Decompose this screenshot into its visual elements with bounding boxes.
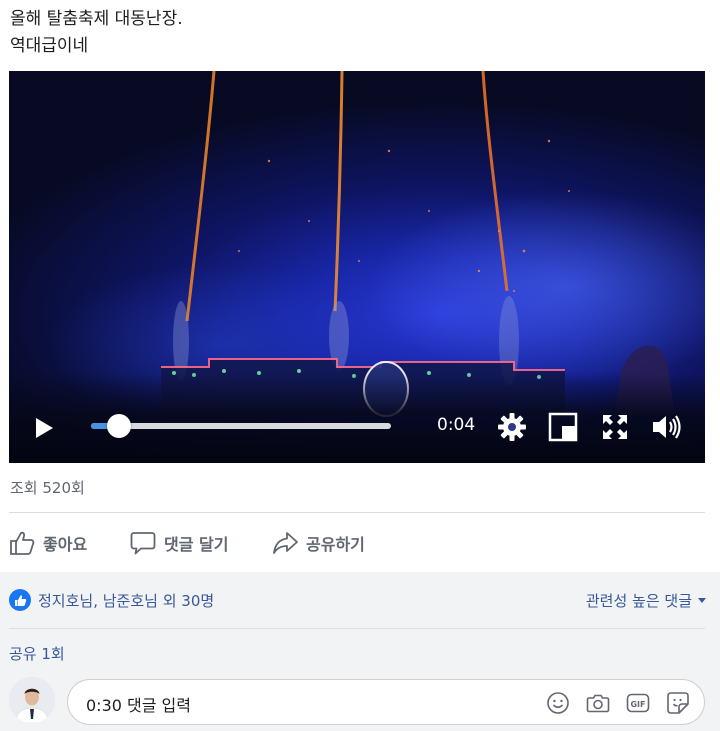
volume-icon bbox=[653, 415, 681, 439]
gif-icon: GIF bbox=[626, 693, 650, 713]
comment-bubble-icon bbox=[130, 532, 156, 555]
share-label: 공유하기 bbox=[306, 535, 365, 554]
comment-input[interactable]: 0:30 댓글 입력 GIF bbox=[67, 679, 705, 725]
share-button[interactable]: 공유하기 bbox=[272, 527, 365, 559]
svg-text:GIF: GIF bbox=[630, 700, 645, 709]
comment-input-placeholder: 0:30 댓글 입력 bbox=[86, 696, 191, 715]
video-player[interactable]: 0:04 bbox=[9, 71, 705, 463]
volume-button[interactable] bbox=[651, 411, 683, 443]
gear-icon bbox=[498, 413, 526, 441]
comment-button[interactable]: 댓글 달기 bbox=[130, 527, 228, 559]
expand-icon bbox=[603, 415, 627, 439]
reactions-summary[interactable]: 정지호님, 남준호님 외 30명 bbox=[9, 589, 214, 611]
post-text: 올해 탈춤축제 대동난장. 역대급이네 bbox=[10, 6, 183, 60]
progress-handle[interactable] bbox=[107, 414, 131, 438]
play-icon bbox=[36, 418, 53, 438]
share-count[interactable]: 공유 1회 bbox=[9, 643, 65, 664]
fullscreen-button[interactable] bbox=[599, 411, 631, 443]
divider bbox=[9, 628, 705, 629]
emoji-button[interactable] bbox=[546, 691, 570, 715]
comment-sort-label: 관련성 높은 댓글 bbox=[585, 592, 692, 610]
picture-in-picture-button[interactable] bbox=[547, 411, 579, 443]
camera-icon bbox=[586, 694, 610, 713]
play-button[interactable] bbox=[31, 415, 57, 441]
emoji-icon bbox=[547, 692, 569, 714]
avatar[interactable] bbox=[9, 677, 55, 723]
divider bbox=[9, 512, 705, 513]
like-reaction-icon bbox=[9, 589, 31, 611]
sticker-button[interactable] bbox=[666, 691, 690, 715]
sticker-icon bbox=[667, 692, 689, 714]
post-text-line-2: 역대급이네 bbox=[10, 36, 89, 56]
video-progress-bar[interactable] bbox=[91, 414, 391, 438]
like-label: 좋아요 bbox=[43, 535, 88, 554]
settings-button[interactable] bbox=[496, 411, 528, 443]
user-avatar-image bbox=[9, 677, 55, 723]
view-count: 조회 520회 bbox=[10, 479, 85, 497]
photo-button[interactable] bbox=[586, 691, 610, 715]
video-current-time: 0:04 bbox=[437, 415, 476, 435]
gif-button[interactable]: GIF bbox=[626, 691, 650, 715]
progress-track bbox=[91, 423, 391, 429]
thumbs-up-icon bbox=[10, 531, 35, 555]
comment-label: 댓글 달기 bbox=[164, 535, 229, 554]
reactions-text: 정지호님, 남준호님 외 30명 bbox=[38, 591, 215, 610]
chevron-down-icon bbox=[698, 598, 706, 603]
comment-sort-dropdown[interactable]: 관련성 높은 댓글 bbox=[586, 590, 706, 611]
post-text-line-1: 올해 탈춤축제 대동난장. bbox=[10, 9, 183, 29]
like-button[interactable]: 좋아요 bbox=[9, 527, 87, 559]
share-arrow-icon bbox=[273, 532, 298, 554]
picture-in-picture-icon bbox=[548, 412, 578, 442]
